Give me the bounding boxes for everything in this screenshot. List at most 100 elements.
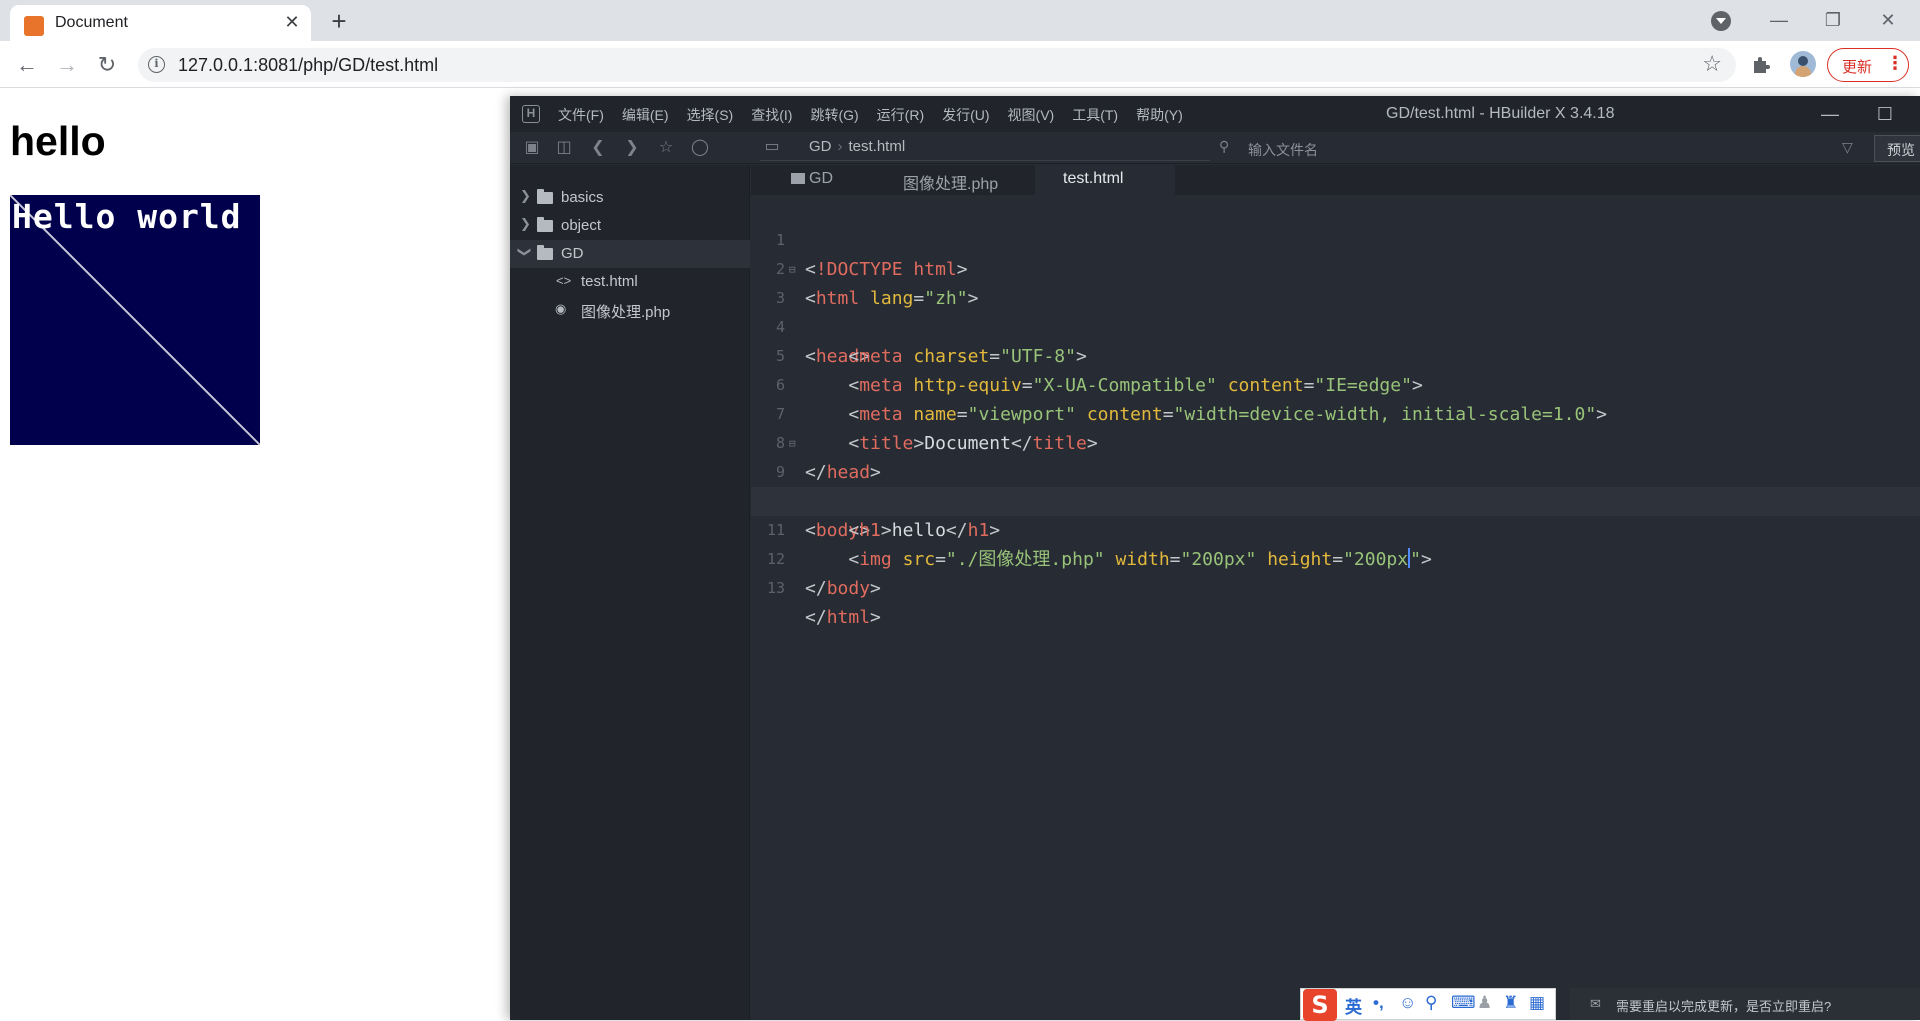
update-notification[interactable]: ✉ 需要重启以完成更新，是否立即重启?	[1570, 988, 1920, 1020]
preview-button[interactable]: 预览	[1874, 135, 1920, 162]
image-text: Hello world	[12, 197, 242, 236]
code-line[interactable]: 3 ⊟ <head>	[751, 255, 1920, 367]
code-line-current[interactable]: 11 <img src="./图像处理.php" width="200px" h…	[751, 487, 1920, 570]
ime-mode-toggle[interactable]: 英	[1345, 993, 1362, 1018]
back-arrow-icon[interactable]: ←	[11, 49, 43, 81]
address-bar[interactable]: i 127.0.0.1:8081/php/GD/test.html ☆	[138, 48, 1736, 82]
menu-run[interactable]: 运行(R)	[877, 107, 924, 123]
xampp-favicon-icon	[24, 16, 44, 36]
folder-icon: ▭	[764, 138, 780, 155]
menu-publish[interactable]: 发行(U)	[942, 107, 989, 123]
browser-tab[interactable]: Document ✕	[10, 5, 311, 41]
restore-icon[interactable]: ❐	[1811, 6, 1855, 34]
tree-folder-object[interactable]: ❯ object	[510, 212, 750, 240]
profile-avatar[interactable]	[1790, 51, 1816, 77]
url-text[interactable]: 127.0.0.1:8081/php/GD/test.html	[178, 55, 438, 76]
project-explorer: ❯ basics ❯ object ❯ GD <> test.html ◉ 图像…	[510, 165, 750, 1020]
menu-file[interactable]: 文件(F)	[558, 107, 604, 123]
code-line[interactable]: 2 <html lang="zh">	[751, 226, 1920, 309]
bookmark-star-icon[interactable]: ☆	[1702, 51, 1722, 77]
chevron-right-icon[interactable]: ❯	[520, 216, 531, 232]
menu-tools[interactable]: 工具(T)	[1072, 107, 1118, 123]
run-icon[interactable]: ◯	[690, 138, 710, 158]
filter-icon[interactable]: ▽	[1842, 139, 1853, 156]
chevron-down-icon[interactable]: ❯	[516, 247, 532, 258]
nav-back-icon[interactable]: ❮	[588, 138, 608, 158]
forward-arrow-icon[interactable]: →	[51, 49, 83, 81]
tab-gd[interactable]: GD	[771, 165, 871, 195]
code-line[interactable]: 7 <title>Document</title>	[751, 371, 1920, 454]
file-search-input[interactable]: ⚲ 输入文件名	[1213, 135, 1853, 161]
toolbox-grid-icon[interactable]: ▦	[1529, 993, 1545, 1013]
menu-view[interactable]: 视图(V)	[1008, 107, 1055, 123]
nav-forward-icon[interactable]: ❯	[622, 138, 642, 158]
code-line[interactable]: 10 <h1>hello</h1>	[751, 458, 1920, 541]
microphone-icon[interactable]: ⚲	[1425, 993, 1437, 1013]
code-line[interactable]: 13 </html>	[751, 545, 1920, 628]
tab-test-html[interactable]: test.html	[1035, 165, 1175, 195]
save-icon[interactable]: ◫	[554, 138, 574, 158]
site-info-icon[interactable]: i	[148, 56, 165, 73]
browser-menu-icon[interactable]: ⋮	[1886, 53, 1904, 74]
update-button[interactable]: 更新 ⋮	[1827, 48, 1909, 82]
code-editor[interactable]: 1 <!DOCTYPE html> 2 <html lang="zh"> 3 ⊟…	[751, 195, 1920, 1020]
message-icon: ✉	[1590, 996, 1601, 1011]
hb-close-icon[interactable]: ✕	[1908, 100, 1920, 128]
menu-edit[interactable]: 编辑(E)	[622, 107, 669, 123]
menu-find[interactable]: 查找(I)	[751, 107, 792, 123]
close-window-icon[interactable]: ✕	[1866, 6, 1910, 34]
browser-toolbar: ← → ↻ i 127.0.0.1:8081/php/GD/test.html …	[0, 41, 1920, 88]
file-search-icon: ⚲	[1219, 138, 1230, 154]
editor-tab-bar: GD 图像处理.php test.html	[751, 165, 1920, 195]
code-line[interactable]: 8 </head>	[751, 400, 1920, 483]
code-line[interactable]: 4 <meta charset="UTF-8">	[751, 284, 1920, 367]
fold-toggle-icon[interactable]: ⊟	[789, 429, 796, 458]
skin-shirt-icon[interactable]: ♜	[1503, 993, 1518, 1013]
breadcrumb-item[interactable]: test.html	[849, 138, 906, 155]
fold-toggle-icon[interactable]: ⊟	[789, 255, 796, 284]
sogou-logo-icon[interactable]: S	[1303, 989, 1337, 1021]
extensions-puzzle-icon[interactable]	[1751, 55, 1771, 75]
code-line[interactable]: 12 </body>	[751, 516, 1920, 599]
tab-search-icon[interactable]	[1711, 11, 1731, 31]
tree-label: GD	[561, 245, 584, 262]
tab-label: 图像处理.php	[903, 176, 999, 193]
code-line[interactable]: 9 ⊟ <body>	[751, 429, 1920, 541]
user-icon[interactable]: ♟	[1477, 993, 1492, 1013]
update-label: 更新	[1842, 59, 1873, 76]
chevron-right-icon[interactable]: ❯	[520, 188, 531, 204]
ime-toolbar: S 英 •, ☺ ⚲ ⌨ ♟ ♜ ▦	[1300, 988, 1556, 1021]
breadcrumb-item[interactable]: GD	[809, 138, 832, 155]
new-tab-button[interactable]: +	[325, 8, 353, 36]
tab-title: Document	[55, 14, 128, 31]
menu-goto[interactable]: 跳转(G)	[810, 107, 858, 123]
keyboard-icon[interactable]: ⌨	[1451, 993, 1476, 1013]
code-text: </html>	[805, 607, 881, 628]
hb-minimize-icon[interactable]: —	[1810, 100, 1850, 128]
breadcrumb-separator: ›	[837, 138, 843, 155]
tab-close-icon[interactable]: ✕	[280, 10, 304, 34]
ime-punct-toggle[interactable]: •,	[1373, 993, 1384, 1013]
tab-php[interactable]: 图像处理.php	[881, 165, 1031, 195]
reload-icon[interactable]: ↻	[91, 49, 123, 81]
tree-label: 图像处理.php	[581, 304, 671, 321]
favorite-star-icon[interactable]: ☆	[656, 138, 676, 158]
tree-file-php[interactable]: ◉ 图像处理.php	[510, 296, 750, 324]
code-line[interactable]: 5 <meta http-equiv="X-UA-Compatible" con…	[751, 313, 1920, 396]
code-line[interactable]: 1 <!DOCTYPE html>	[751, 197, 1920, 280]
hb-maximize-icon[interactable]: ☐	[1865, 100, 1905, 128]
menu-help[interactable]: 帮助(Y)	[1136, 107, 1183, 123]
new-file-icon[interactable]: ▣	[522, 138, 542, 158]
tab-label: test.html	[1063, 170, 1124, 187]
php-elephant-icon: ◉	[555, 301, 567, 316]
minimize-icon[interactable]: —	[1757, 6, 1801, 34]
code-line[interactable]: 6 <meta name="viewport" content="width=d…	[751, 342, 1920, 425]
page-heading: hello	[10, 118, 106, 164]
emoji-icon[interactable]: ☺	[1399, 993, 1416, 1013]
tree-folder-basics[interactable]: ❯ basics	[510, 184, 750, 212]
tree-file-test-html[interactable]: <> test.html	[510, 268, 750, 296]
tree-label: object	[561, 217, 602, 234]
tree-folder-gd[interactable]: ❯ GD	[510, 240, 750, 268]
menu-select[interactable]: 选择(S)	[687, 107, 734, 123]
folder-icon	[537, 217, 553, 232]
